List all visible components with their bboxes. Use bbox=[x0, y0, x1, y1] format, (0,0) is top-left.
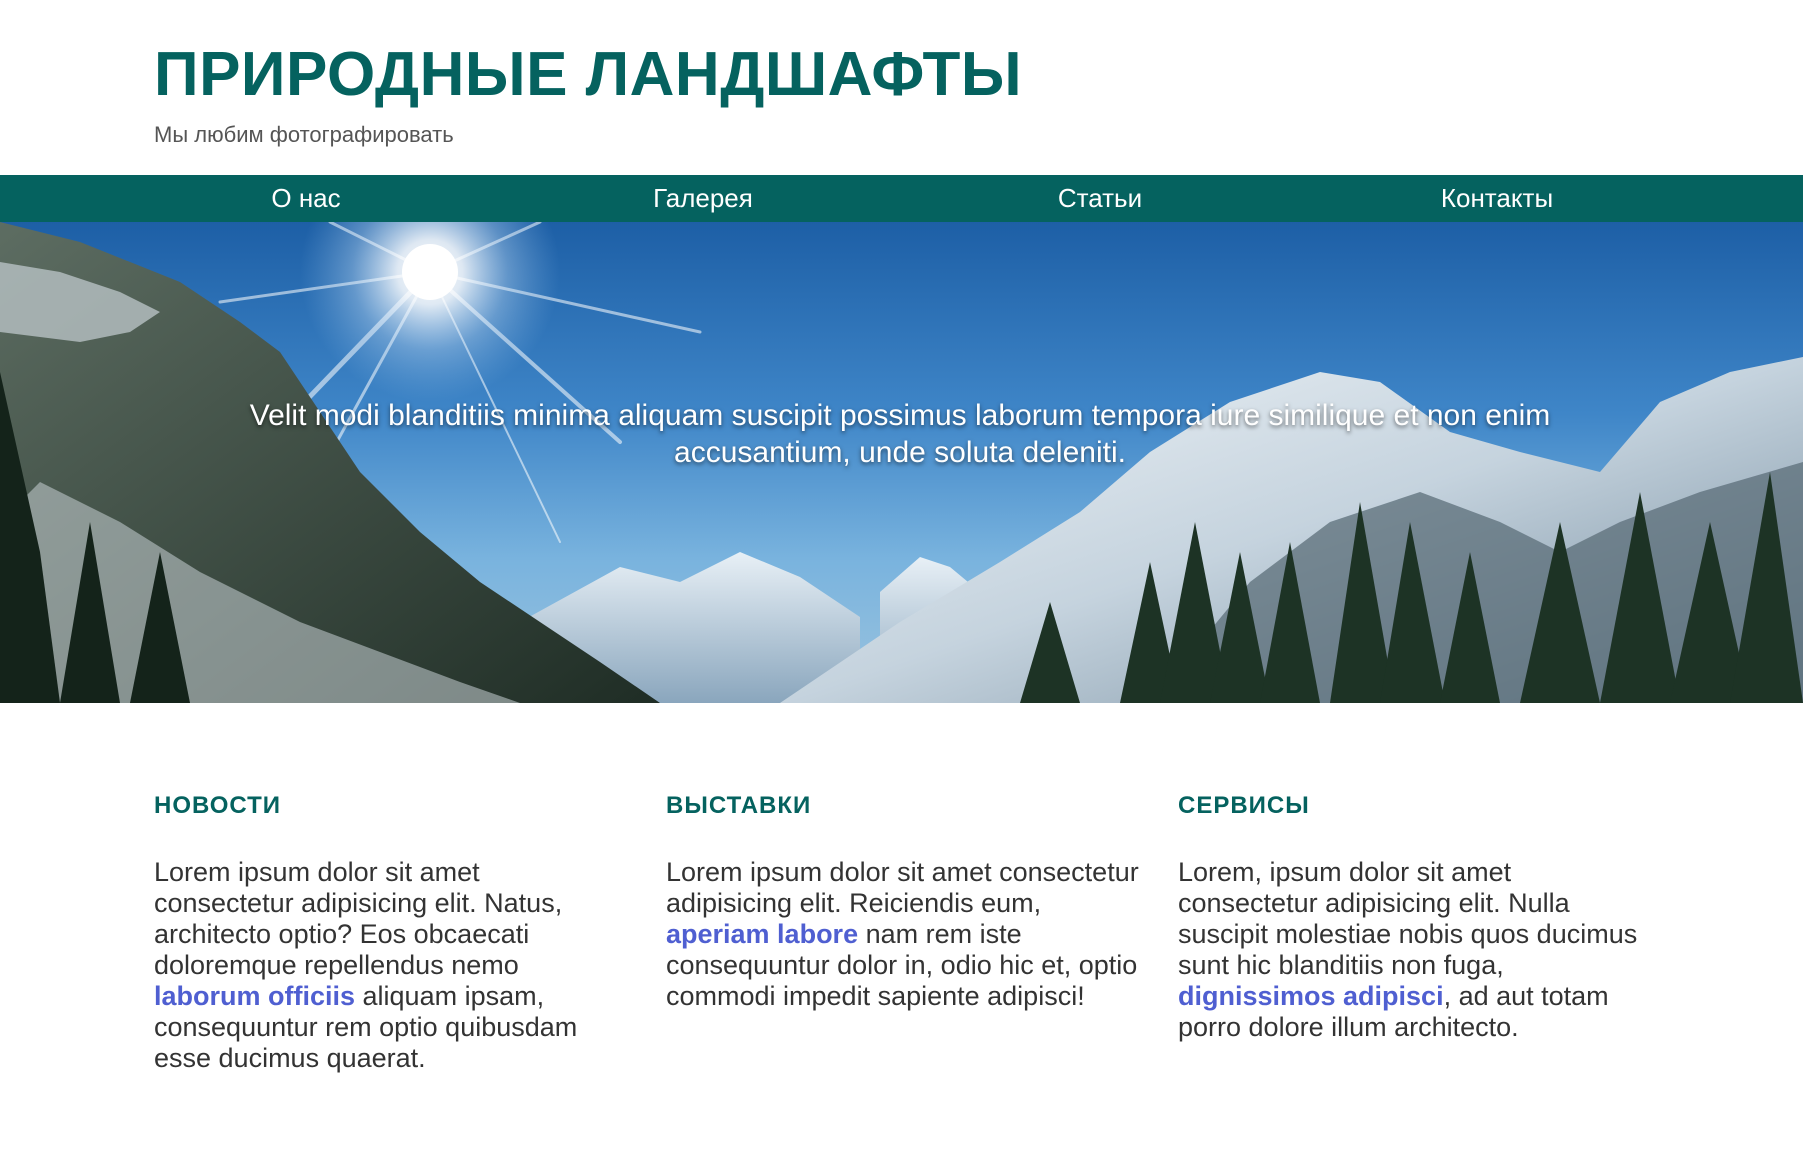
site-title: ПРИРОДНЫЕ ЛАНДШАФТЫ bbox=[154, 40, 1023, 109]
column-text-part: Lorem, ipsum dolor sit amet consectetur … bbox=[1178, 857, 1638, 980]
column-link[interactable]: laborum officiis bbox=[154, 981, 355, 1011]
hero-text: Velit modi blanditiis minima aliquam sus… bbox=[249, 399, 1551, 469]
column-news: НОВОСТИ Lorem ipsum dolor sit amet conse… bbox=[154, 791, 594, 1074]
column-services: СЕРВИСЫ Lorem, ipsum dolor sit amet cons… bbox=[1178, 791, 1648, 1043]
hero-banner: Velit modi blanditiis minima aliquam sus… bbox=[0, 222, 1803, 703]
column-text: Lorem ipsum dolor sit amet consectetur a… bbox=[666, 857, 1146, 1012]
nav-item-gallery[interactable]: Галерея bbox=[653, 175, 753, 222]
column-text: Lorem, ipsum dolor sit amet consectetur … bbox=[1178, 857, 1648, 1043]
column-text: Lorem ipsum dolor sit amet consectetur a… bbox=[154, 857, 594, 1074]
column-text-part: Lorem ipsum dolor sit amet consectetur a… bbox=[154, 857, 563, 980]
column-exhibitions: ВЫСТАВКИ Lorem ipsum dolor sit amet cons… bbox=[666, 791, 1146, 1012]
nav-item-contacts[interactable]: Контакты bbox=[1441, 175, 1553, 222]
column-title: НОВОСТИ bbox=[154, 792, 282, 819]
nav-item-about[interactable]: О нас bbox=[271, 175, 340, 222]
column-title: ВЫСТАВКИ bbox=[666, 792, 812, 819]
site-header: ПРИРОДНЫЕ ЛАНДШАФТЫ Мы любим фотографиро… bbox=[0, 0, 1803, 175]
column-title: СЕРВИСЫ bbox=[1178, 792, 1310, 819]
content-columns: НОВОСТИ Lorem ipsum dolor sit amet conse… bbox=[0, 703, 1803, 1153]
column-link[interactable]: dignissimos adipisci bbox=[1178, 981, 1444, 1011]
site-subtitle: Мы любим фотографировать bbox=[154, 122, 454, 147]
nav-item-articles[interactable]: Статьи bbox=[1058, 175, 1142, 222]
column-text-part: Lorem ipsum dolor sit amet consectetur a… bbox=[666, 857, 1139, 918]
column-link[interactable]: aperiam labore bbox=[666, 919, 858, 949]
main-nav: О нас Галерея Статьи Контакты bbox=[0, 175, 1803, 222]
